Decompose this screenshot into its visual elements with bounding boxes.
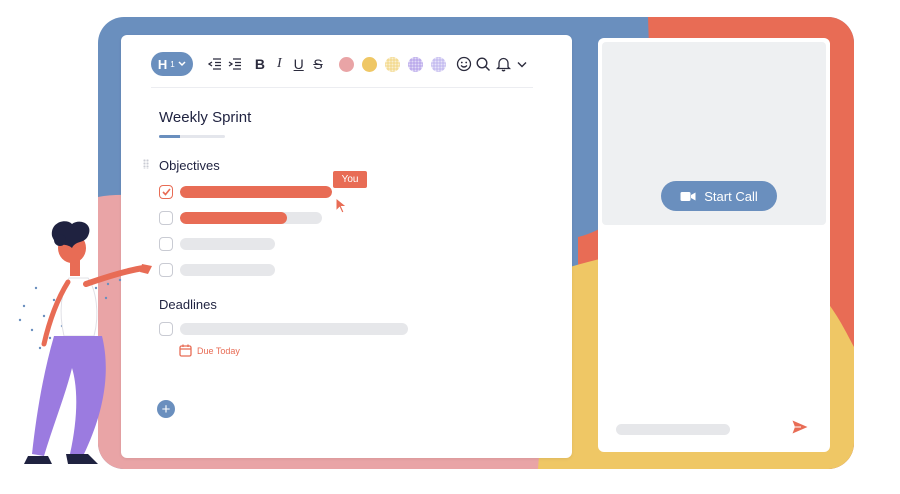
task-row <box>159 262 275 278</box>
call-panel: Start Call <box>598 38 830 452</box>
heading-label: H <box>157 56 168 72</box>
color-swatch[interactable] <box>361 56 377 72</box>
start-call-label: Start Call <box>704 188 758 204</box>
smiley-icon <box>457 56 472 72</box>
italic-button[interactable]: I <box>271 52 288 76</box>
task-progress-bar[interactable] <box>180 212 322 224</box>
document-title[interactable]: Weekly Sprint <box>159 109 251 126</box>
character-illustration <box>18 221 152 464</box>
emoji-button[interactable] <box>456 52 473 76</box>
video-camera-icon <box>680 191 696 201</box>
more-dropdown[interactable] <box>514 52 531 76</box>
drag-handle-icon[interactable] <box>143 159 149 169</box>
outdent-button[interactable] <box>207 52 224 76</box>
deadlines-heading: Deadlines <box>159 297 217 312</box>
task-row <box>159 210 322 226</box>
task-row <box>159 184 332 200</box>
due-date-badge[interactable]: Due Today <box>179 344 240 357</box>
notifications-button[interactable] <box>494 52 511 76</box>
message-input[interactable] <box>616 424 730 435</box>
task-progress-bar[interactable] <box>180 323 408 335</box>
objectives-heading: Objectives <box>159 158 220 173</box>
task-checkbox[interactable] <box>159 185 173 199</box>
task-row <box>159 321 408 337</box>
strikethrough-button[interactable]: S <box>309 52 326 76</box>
task-row <box>159 236 275 252</box>
color-swatch[interactable] <box>338 56 354 72</box>
task-progress-fill <box>180 186 332 198</box>
video-area: Start Call <box>602 42 826 225</box>
toolbar-divider <box>151 87 533 88</box>
chevron-down-icon <box>178 61 186 67</box>
start-call-button[interactable]: Start Call <box>661 181 777 211</box>
color-swatch[interactable] <box>384 56 400 72</box>
outdent-icon <box>208 58 222 70</box>
send-icon[interactable] <box>792 420 808 434</box>
color-swatches <box>335 56 450 72</box>
title-progress-bar <box>159 135 225 138</box>
task-progress-fill <box>180 212 287 224</box>
task-progress-bar[interactable] <box>180 264 275 276</box>
color-swatch[interactable] <box>430 56 446 72</box>
title-progress-fill <box>159 135 181 138</box>
due-label: Due Today <box>197 345 240 356</box>
chevron-down-icon <box>517 61 527 67</box>
task-progress-bar[interactable] <box>180 186 332 198</box>
indent-button[interactable] <box>226 52 243 76</box>
editor-card: H1 B I U S Weekly Sprint Objectives You <box>121 35 572 458</box>
bold-button[interactable]: B <box>251 52 268 76</box>
bell-icon <box>495 57 511 72</box>
color-swatch[interactable] <box>407 56 423 72</box>
checkmark-icon <box>161 188 171 196</box>
calendar-icon <box>179 344 192 357</box>
indent-icon <box>228 58 241 70</box>
search-icon <box>476 56 491 71</box>
toolbar: H1 B I U S <box>151 51 533 77</box>
collaborator-tag: You <box>333 171 367 188</box>
task-progress-bar[interactable] <box>180 238 275 250</box>
cursor-icon <box>335 197 348 214</box>
heading-dropdown[interactable]: H1 <box>151 52 193 76</box>
heading-sub: 1 <box>170 59 175 69</box>
search-button[interactable] <box>475 52 492 76</box>
underline-button[interactable]: U <box>290 52 307 76</box>
